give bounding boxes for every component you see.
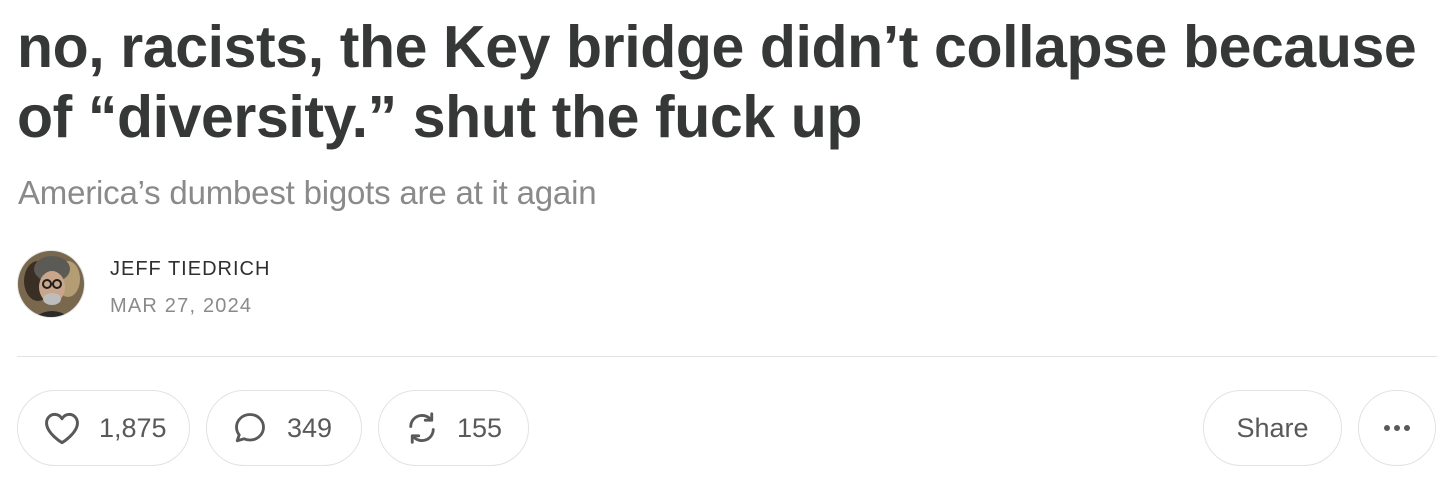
post-subtitle: America’s dumbest bigots are at it again <box>18 174 597 211</box>
like-count: 1,875 <box>99 412 167 443</box>
heart-icon <box>43 411 81 445</box>
comment-count: 349 <box>287 412 333 443</box>
speech-bubble-icon <box>232 410 268 446</box>
post-title: no, racists, the Key bridge didn’t colla… <box>17 14 1417 150</box>
byline: JEFF TIEDRICH MAR 27, 2024 <box>17 250 617 322</box>
author-avatar[interactable] <box>17 250 85 318</box>
author-photo <box>18 251 84 317</box>
restack-button[interactable]: 155 <box>378 390 529 466</box>
share-label: Share <box>1236 412 1309 443</box>
ellipsis-icon <box>1382 424 1412 432</box>
post-date: MAR 27, 2024 <box>110 295 253 317</box>
like-button[interactable]: 1,875 <box>17 390 190 466</box>
restack-count: 155 <box>457 412 503 443</box>
more-options-button[interactable] <box>1358 390 1436 466</box>
divider <box>17 356 1437 357</box>
author-name[interactable]: JEFF TIEDRICH <box>110 258 270 280</box>
restack-arrows-icon <box>404 410 440 446</box>
share-button[interactable]: Share <box>1203 390 1342 466</box>
comment-button[interactable]: 349 <box>206 390 362 466</box>
